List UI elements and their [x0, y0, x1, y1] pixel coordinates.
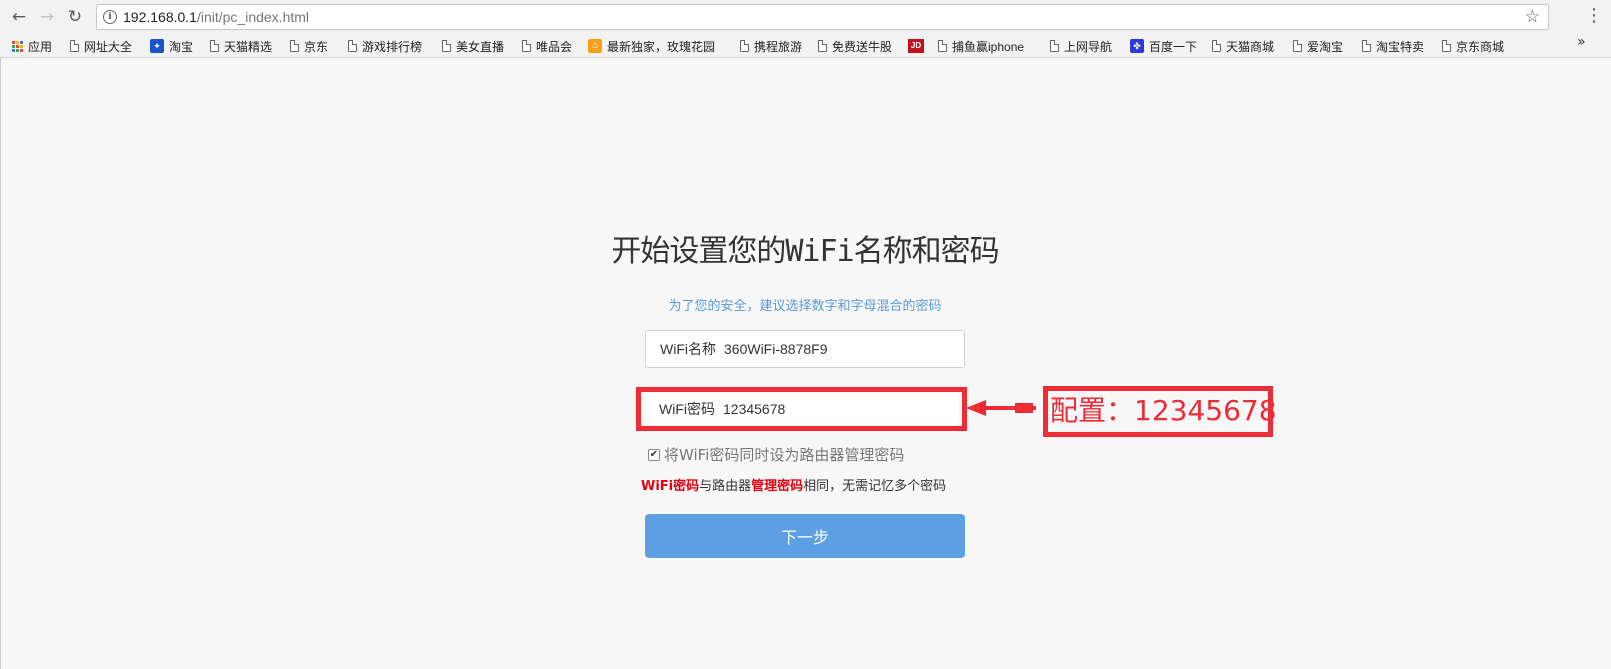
- bookmark-label: 淘宝: [169, 39, 194, 54]
- page-icon: [1050, 40, 1059, 52]
- bookmark-item[interactable]: ✦ 淘宝: [150, 38, 193, 54]
- same-admin-password-checkbox[interactable]: ✔ 将WiFi密码同时设为路由器管理密码: [648, 444, 904, 465]
- bookmark-item[interactable]: 天猫商城: [1212, 38, 1274, 54]
- bookmark-label: 京东: [304, 39, 329, 54]
- jd-icon: JD: [908, 39, 924, 53]
- bookmark-label: 捕鱼赢iphone: [952, 39, 1025, 54]
- bookmarks-bar: 应用 网址大全 ✦ 淘宝 天猫精选 京东 游戏排行榜 美女直播 唯品会 ⌂ 最新独家，玫瑰花园 携程旅…: [0, 34, 1611, 58]
- bookmark-item[interactable]: 唯品会: [522, 38, 572, 54]
- note-text-4: 相同，无需记忆多个密码: [803, 479, 947, 494]
- annotation-arrow-head: [966, 400, 986, 416]
- url-text[interactable]: 192.168.0.1/init/pc_index.html: [123, 9, 309, 25]
- bookmark-label: 爱淘宝: [1307, 39, 1344, 54]
- bookmark-item[interactable]: 免费送牛股: [818, 38, 892, 54]
- bookmark-item[interactable]: 京东: [290, 38, 328, 54]
- wifi-name-label: WiFi名称: [660, 341, 716, 357]
- bookmark-label: 携程旅游: [754, 39, 803, 54]
- browser-toolbar: ← → ↻ i 192.168.0.1/init/pc_index.html ☆…: [0, 0, 1611, 34]
- forward-icon[interactable]: →: [36, 6, 58, 28]
- bookmark-item[interactable]: 美女直播: [442, 38, 504, 54]
- page-icon: [348, 40, 357, 52]
- bookmark-item[interactable]: 京东商城: [1442, 38, 1504, 54]
- bookmark-item[interactable]: ✤ 百度一下: [1130, 38, 1197, 54]
- bookmark-label: 京东商城: [1456, 39, 1505, 54]
- taobao-icon: ✦: [150, 39, 164, 53]
- bookmark-label: 天猫精选: [224, 39, 273, 54]
- page-icon: [1293, 40, 1302, 52]
- page-icon: [818, 40, 827, 52]
- page-title: 开始设置您的WiFi名称和密码: [611, 234, 999, 269]
- bookmark-label: 淘宝特卖: [1376, 39, 1425, 54]
- address-bar[interactable]: i 192.168.0.1/init/pc_index.html ☆: [96, 4, 1549, 30]
- page-icon: [442, 40, 451, 52]
- bookmark-label: 网址大全: [84, 39, 133, 54]
- note-hl-2: 管理密码: [751, 479, 804, 494]
- baidu-icon: ✤: [1130, 39, 1144, 53]
- url-host: 192.168.0.1: [123, 9, 197, 25]
- bookmark-label: 百度一下: [1149, 39, 1198, 54]
- page-icon: [70, 40, 79, 52]
- bookmarks-overflow-icon[interactable]: »: [1577, 34, 1586, 50]
- page-icon: [210, 40, 219, 52]
- wifi-name-input[interactable]: [724, 341, 924, 357]
- wifi-password-label: WiFi密码: [659, 401, 715, 417]
- page-icon: [1362, 40, 1371, 52]
- bookmark-item[interactable]: 上网导航: [1050, 38, 1112, 54]
- bookmark-item[interactable]: 网址大全: [70, 38, 132, 54]
- bookmark-label: 应用: [28, 39, 53, 54]
- url-path: /init/pc_index.html: [196, 9, 310, 25]
- page-icon: [522, 40, 531, 52]
- wifi-password-field[interactable]: WiFi密码: [645, 392, 958, 426]
- bookmark-item[interactable]: 应用: [12, 38, 52, 54]
- bookmark-label: 游戏排行榜: [362, 39, 423, 54]
- password-note: WiFi密码与路由器管理密码相同，无需记忆多个密码: [641, 475, 946, 494]
- checkbox-label: 将WiFi密码同时设为路由器管理密码: [664, 446, 905, 464]
- checkbox-box[interactable]: ✔: [648, 448, 660, 461]
- note-hl-1: WiFi密码: [641, 479, 700, 494]
- page-icon: [938, 40, 947, 52]
- bookmark-label: 美女直播: [456, 39, 505, 54]
- bookmark-label: 免费送牛股: [832, 39, 893, 54]
- page-subtitle: 为了您的安全，建议选择数字和字母混合的密码: [668, 299, 942, 314]
- back-icon[interactable]: ←: [8, 6, 30, 28]
- page-icon: [740, 40, 749, 52]
- bookmark-item[interactable]: 捕鱼赢iphone: [938, 38, 1024, 54]
- callout-text: 配置：12345678: [1050, 394, 1277, 427]
- note-text-2: 与路由器: [699, 479, 752, 494]
- bookmark-item[interactable]: 淘宝特卖: [1362, 38, 1424, 54]
- bookmark-item[interactable]: JD: [908, 38, 929, 54]
- wifi-name-field[interactable]: WiFi名称: [645, 330, 965, 368]
- site-info-icon[interactable]: i: [103, 10, 117, 24]
- bookmark-item[interactable]: 天猫精选: [210, 38, 272, 54]
- bookmark-item[interactable]: ⌂ 最新独家，玫瑰花园: [588, 38, 715, 54]
- reload-icon[interactable]: ↻: [64, 6, 86, 28]
- bookmark-label: 唯品会: [536, 39, 573, 54]
- apps-icon: [12, 40, 23, 52]
- annotation-arrow-tail: [1015, 403, 1033, 413]
- page-icon: [1442, 40, 1451, 52]
- bookmark-label: 上网导航: [1064, 39, 1113, 54]
- page-icon: [1212, 40, 1221, 52]
- bookmark-label: 天猫商城: [1226, 39, 1275, 54]
- wifi-password-input[interactable]: [723, 401, 923, 417]
- bookmark-item[interactable]: 携程旅游: [740, 38, 802, 54]
- home-icon: ⌂: [588, 39, 602, 53]
- bookmark-label: 最新独家，玫瑰花园: [607, 39, 716, 54]
- next-step-button[interactable]: 下一步: [645, 514, 965, 558]
- bookmark-item[interactable]: 游戏排行榜: [348, 38, 422, 54]
- browser-menu-icon[interactable]: ⋮: [1585, 5, 1603, 29]
- bookmark-star-icon[interactable]: ☆: [1525, 7, 1540, 27]
- page-icon: [290, 40, 299, 52]
- bookmark-item[interactable]: 爱淘宝: [1293, 38, 1343, 54]
